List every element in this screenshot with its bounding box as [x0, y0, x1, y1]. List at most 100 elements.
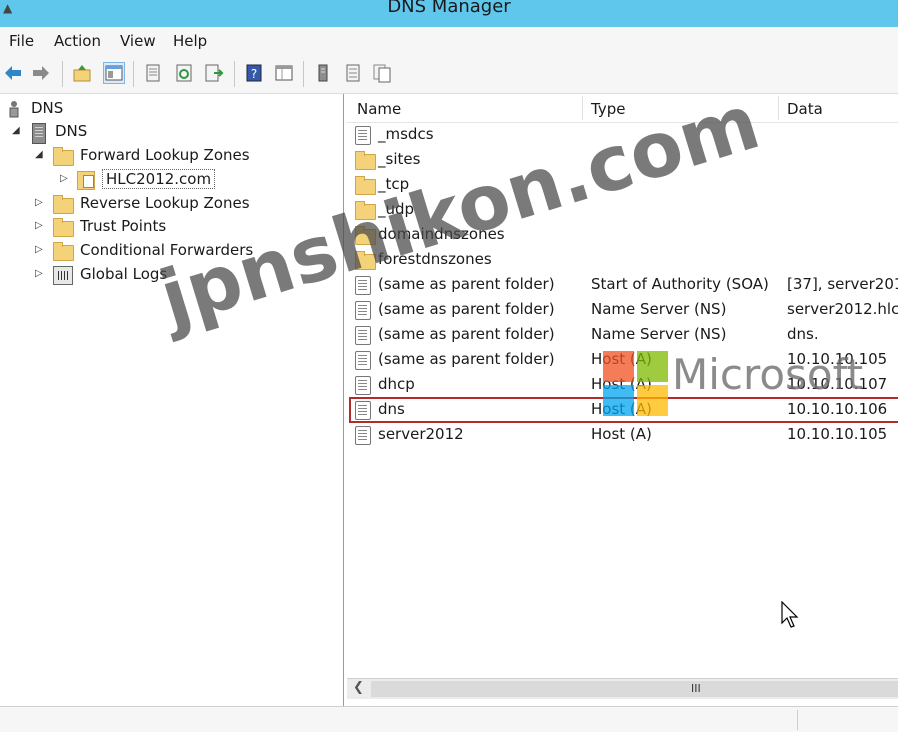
highlight-box [349, 397, 898, 423]
list-row[interactable]: (same as parent folder) Name Server (NS) s… [347, 298, 898, 323]
folder-icon [53, 218, 74, 238]
expand-arrow-icon[interactable]: ▷ [35, 220, 43, 231]
cell-name: server2012 [378, 425, 464, 443]
cell-name: (same as parent folder) [378, 275, 555, 293]
expand-arrow-icon[interactable]: ▷ [35, 244, 43, 255]
record-icon [355, 126, 371, 149]
horizontal-scrollbar[interactable]: ❮ III [347, 678, 898, 699]
title-bar: ▲ DNS Manager [0, 0, 898, 27]
list-row[interactable]: forestdnszones [347, 248, 898, 273]
cell-type: Name Server (NS) [591, 300, 727, 318]
cell-data: dns. [787, 325, 819, 343]
menu-action[interactable]: Action [54, 32, 101, 50]
folder-icon [355, 176, 376, 196]
cell-name: dhcp [378, 375, 415, 393]
record-icon [355, 426, 371, 449]
toolbar-separator [62, 61, 63, 87]
menu-help[interactable]: Help [173, 32, 207, 50]
cell-type: Name Server (NS) [591, 325, 727, 343]
cell-data: 10.10.10.107 [787, 375, 888, 393]
svg-text:?: ? [251, 67, 257, 81]
show-hide-tree-icon[interactable] [103, 62, 125, 84]
list-header: Name Type Data [347, 94, 898, 123]
collapse-arrow-icon[interactable]: ◢ [12, 125, 20, 136]
zone-icon [77, 171, 95, 194]
list-row[interactable]: server2012 Host (A) 10.10.10.105 [347, 423, 898, 448]
list-row[interactable]: domaindnszones [347, 223, 898, 248]
console-view-icon[interactable] [274, 63, 294, 83]
column-divider[interactable] [778, 96, 779, 120]
list-row[interactable]: _sites [347, 148, 898, 173]
record-icon[interactable] [343, 63, 363, 83]
list-row[interactable]: _udp [347, 198, 898, 223]
status-bar [0, 706, 898, 732]
column-header-name[interactable]: Name [357, 100, 401, 118]
menu-view[interactable]: View [120, 32, 156, 50]
expand-arrow-icon[interactable]: ▷ [60, 173, 68, 184]
menu-bar: File Action View Help [0, 27, 898, 55]
cell-name: (same as parent folder) [378, 300, 555, 318]
tree-label: Forward Lookup Zones [80, 146, 250, 164]
column-divider[interactable] [582, 96, 583, 120]
help-icon[interactable]: ? [244, 63, 264, 83]
list-row[interactable]: (same as parent folder) Name Server (NS) d… [347, 323, 898, 348]
results-list: Name Type Data _msdcs _sites _tcp _udpdomai… [347, 94, 898, 706]
record-icon [355, 326, 371, 349]
properties-icon[interactable] [143, 63, 163, 83]
up-folder-icon[interactable] [72, 63, 92, 83]
back-arrow-icon[interactable] [3, 63, 23, 83]
record-icon [355, 376, 371, 399]
folder-icon [355, 201, 376, 221]
export-list-icon[interactable] [204, 63, 224, 83]
tree-label: Trust Points [80, 217, 167, 235]
toolbar-separator [303, 61, 304, 87]
server-icon [32, 123, 46, 148]
expand-arrow-icon[interactable]: ▷ [35, 268, 43, 279]
status-divider [797, 710, 798, 730]
cell-name: forestdnszones [378, 250, 492, 268]
collapse-arrow-icon[interactable]: ◢ [35, 149, 43, 160]
cell-name: _tcp [378, 175, 410, 193]
cell-data: 10.10.10.105 [787, 425, 888, 443]
cell-data: server2012.hlc20 [787, 300, 898, 318]
folder-icon [355, 226, 376, 246]
folder-icon [53, 195, 74, 215]
forward-arrow-icon[interactable] [31, 63, 51, 83]
tree-label: HLC2012.com [102, 169, 216, 189]
toolbar-separator [234, 61, 235, 87]
cell-name: _udp [378, 200, 415, 218]
toolbar: ? [0, 55, 898, 94]
list-row[interactable]: _tcp [347, 173, 898, 198]
tree-label: DNS [31, 99, 64, 117]
folder-icon [355, 151, 376, 171]
tree-label: Global Logs [80, 265, 168, 283]
cell-name: domaindnszones [378, 225, 505, 243]
list-row[interactable]: (same as parent folder) Start of Authorit… [347, 273, 898, 298]
cell-type: Host (A) [591, 350, 652, 368]
menu-file[interactable]: File [9, 32, 34, 50]
cell-name: (same as parent folder) [378, 325, 555, 343]
folder-icon [355, 251, 376, 271]
list-row[interactable]: _msdcs [347, 123, 898, 148]
expand-arrow-icon[interactable]: ▷ [35, 197, 43, 208]
record-icon [355, 351, 371, 374]
cell-name: (same as parent folder) [378, 350, 555, 368]
list-row[interactable]: (same as parent folder) Host (A) 10.10.10.… [347, 348, 898, 373]
cell-data: [37], server2012.h [787, 275, 898, 293]
column-header-type[interactable]: Type [591, 100, 625, 118]
record-icon [355, 276, 371, 299]
tree-label: Conditional Forwarders [80, 241, 254, 259]
column-header-data[interactable]: Data [787, 100, 823, 118]
folder-icon [53, 147, 74, 167]
tree-label: DNS [55, 122, 88, 140]
cell-name: _msdcs [378, 125, 434, 143]
cell-type: Start of Authority (SOA) [591, 275, 769, 293]
list-row[interactable]: dhcp Host (A) 10.10.10.107 [347, 373, 898, 398]
refresh-icon[interactable] [174, 63, 194, 83]
scroll-thumb[interactable]: III [371, 681, 898, 697]
scroll-left-icon[interactable]: ❮ [353, 680, 364, 695]
window-title: DNS Manager [387, 0, 511, 17]
server-icon[interactable] [313, 63, 333, 83]
scroll-grip: III [691, 682, 701, 695]
copy-record-icon[interactable] [372, 63, 392, 83]
